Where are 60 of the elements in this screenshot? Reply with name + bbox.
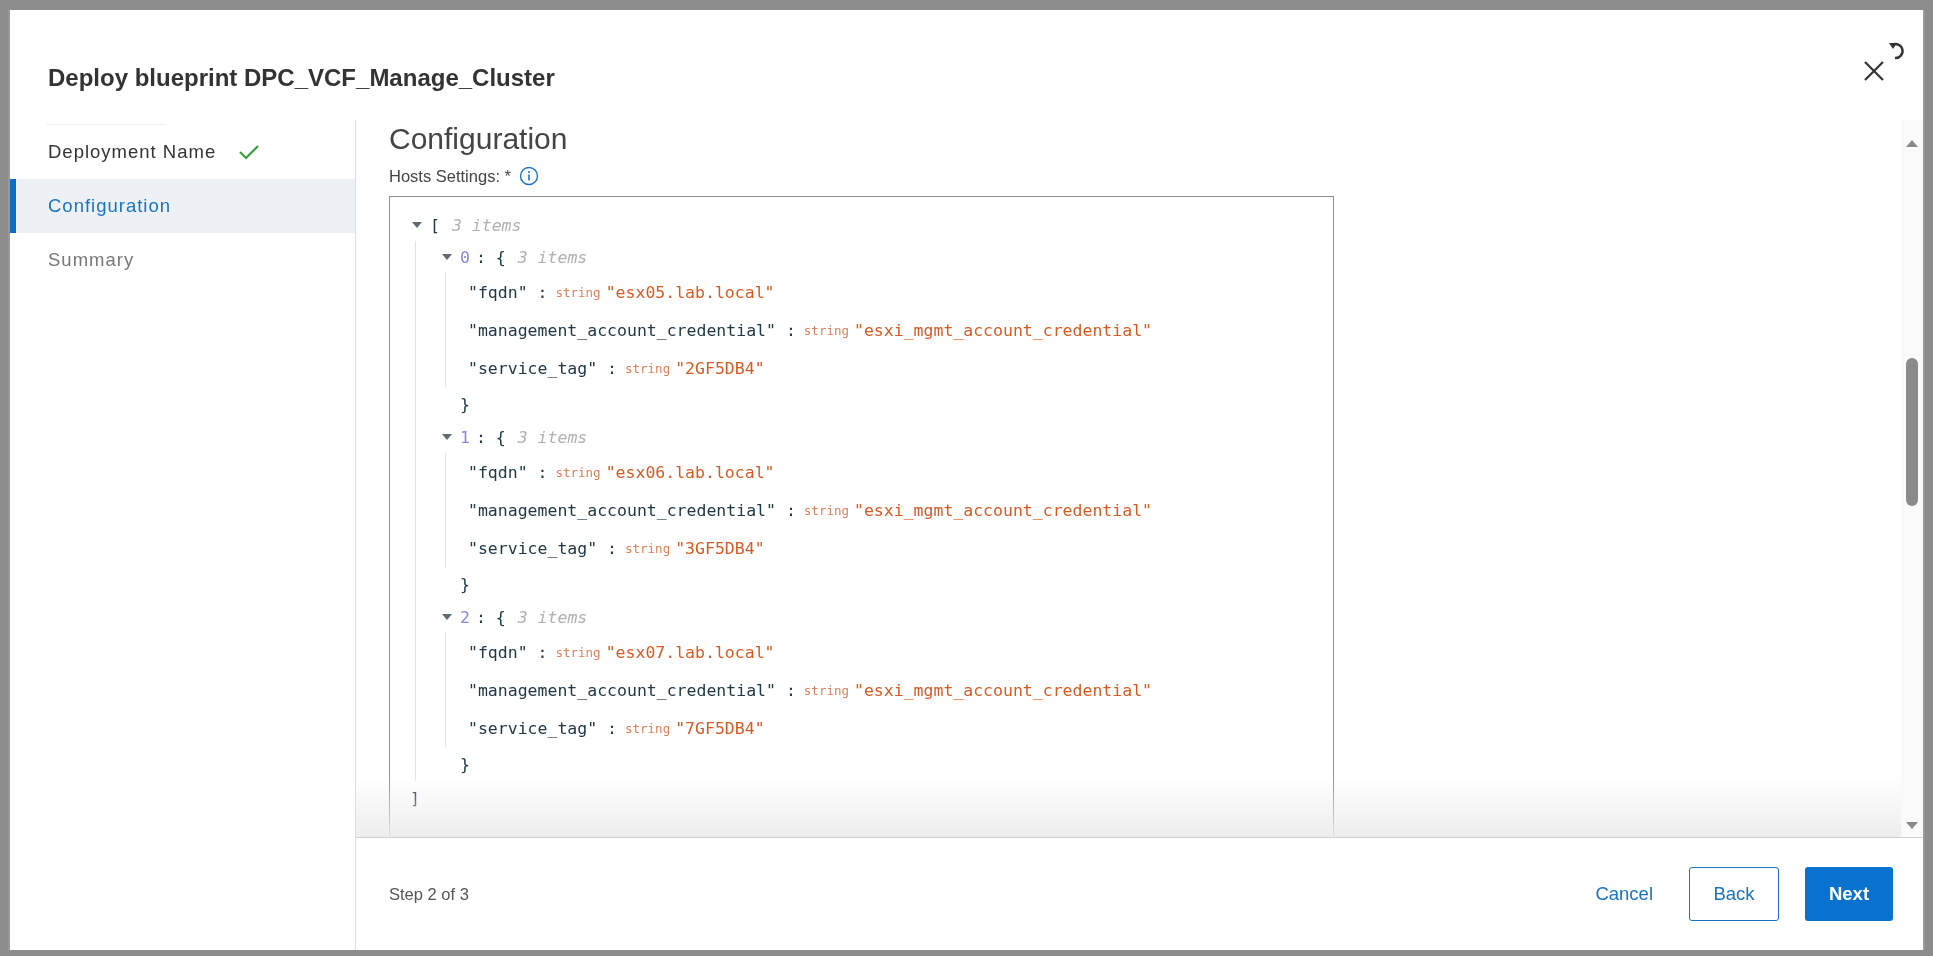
json-key: "management_account_credential" : bbox=[468, 680, 796, 700]
json-value: "7GF5DB4" bbox=[675, 718, 765, 738]
collapse-toggle-icon[interactable] bbox=[440, 432, 454, 442]
json-value: "2GF5DB4" bbox=[675, 358, 765, 378]
bracket: ] bbox=[410, 788, 420, 808]
brace: : { bbox=[475, 247, 506, 267]
dialog-title: Deploy blueprint DPC_VCF_Manage_Cluster bbox=[48, 64, 556, 92]
collapse-toggle-icon[interactable] bbox=[440, 252, 454, 262]
brace: } bbox=[460, 754, 470, 774]
item-count: 3 items bbox=[517, 607, 588, 627]
type-label: string bbox=[625, 540, 671, 556]
json-key: "management_account_credential" : bbox=[468, 500, 796, 520]
json-value: "esxi_mgmt_account_credential" bbox=[854, 680, 1152, 700]
brace: } bbox=[460, 394, 470, 414]
collapse-toggle-icon[interactable] bbox=[410, 220, 424, 230]
type-label: string bbox=[555, 464, 601, 480]
json-value: "3GF5DB4" bbox=[675, 538, 765, 558]
json-value: "esxi_mgmt_account_credential" bbox=[854, 320, 1152, 340]
type-label: string bbox=[803, 682, 849, 698]
back-button[interactable]: Back bbox=[1689, 867, 1779, 921]
json-value: "esx06.lab.local" bbox=[605, 462, 775, 482]
type-label: string bbox=[555, 284, 601, 300]
type-label: string bbox=[625, 360, 671, 376]
type-label: string bbox=[625, 720, 671, 736]
scroll-thumb[interactable] bbox=[1906, 358, 1918, 506]
json-key: "fqdn" : bbox=[468, 282, 548, 302]
brace: : { bbox=[475, 607, 506, 627]
json-value: "esx05.lab.local" bbox=[605, 282, 775, 302]
json-value: "esx07.lab.local" bbox=[605, 642, 775, 662]
type-label: string bbox=[803, 322, 849, 338]
type-label: string bbox=[803, 502, 849, 518]
step-item[interactable]: Configuration bbox=[10, 179, 355, 233]
type-label: string bbox=[555, 644, 601, 660]
json-value: "esxi_mgmt_account_credential" bbox=[854, 500, 1152, 520]
info-icon[interactable] bbox=[519, 166, 539, 186]
step-indicator: Step 2 of 3 bbox=[389, 884, 470, 904]
step-item[interactable]: Deployment Name bbox=[10, 125, 355, 179]
next-button[interactable]: Next bbox=[1805, 867, 1893, 921]
scrollbar[interactable] bbox=[1901, 120, 1923, 837]
cancel-link[interactable]: Cancel bbox=[1585, 867, 1663, 921]
item-count: 3 items bbox=[451, 215, 522, 235]
json-key: "fqdn" : bbox=[468, 462, 548, 482]
json-key: "management_account_credential" : bbox=[468, 320, 796, 340]
collapse-toggle-icon[interactable] bbox=[440, 612, 454, 622]
array-index: 0 bbox=[460, 247, 470, 267]
scroll-down-icon[interactable] bbox=[1905, 821, 1919, 831]
section-heading: Configuration bbox=[389, 122, 569, 156]
json-key: "service_tag" : bbox=[468, 718, 617, 738]
bracket: [ bbox=[430, 215, 440, 235]
item-count: 3 items bbox=[517, 247, 588, 267]
brace: } bbox=[460, 574, 470, 594]
json-key: "service_tag" : bbox=[468, 538, 617, 558]
array-index: 1 bbox=[460, 427, 470, 447]
scroll-up-icon[interactable] bbox=[1905, 138, 1919, 148]
field-label: Hosts Settings: * bbox=[389, 166, 511, 186]
item-count: 3 items bbox=[517, 427, 588, 447]
array-index: 2 bbox=[460, 607, 470, 627]
json-key: "service_tag" : bbox=[468, 358, 617, 378]
brace: : { bbox=[475, 427, 506, 447]
json-key: "fqdn" : bbox=[468, 642, 548, 662]
